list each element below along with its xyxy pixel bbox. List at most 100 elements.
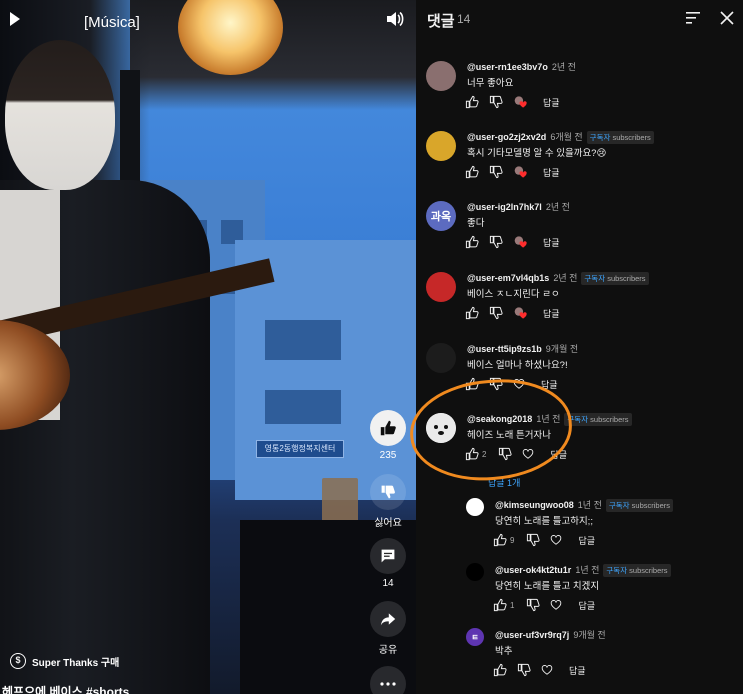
- comment-author[interactable]: @user-ok4kt2tu1r 1년 전 구독자 subscribers: [495, 563, 671, 577]
- avatar[interactable]: ㅌ: [466, 628, 484, 646]
- comment-author[interactable]: @user-rn1ee3bv7o 2년 전: [467, 60, 576, 73]
- comment-author[interactable]: @user-tt5ip9zs1b 9개월 전: [467, 342, 578, 355]
- comment-author[interactable]: @user-uf3vr9rq7j 9개월 전: [495, 628, 606, 641]
- reply-button[interactable]: 답글: [543, 96, 560, 109]
- creator-heart-icon: [513, 306, 529, 320]
- reply-button[interactable]: 답글: [543, 166, 560, 179]
- author-name[interactable]: @user-em7vl4qb1s: [467, 273, 549, 283]
- thumbs-up-icon[interactable]: [465, 235, 479, 249]
- comment-time: 9개월 전: [573, 630, 606, 640]
- like-button[interactable]: 235: [368, 410, 408, 461]
- avatar[interactable]: [466, 563, 484, 581]
- dislike-button[interactable]: 싫어요: [368, 474, 408, 529]
- video-scene-person: [0, 40, 275, 694]
- reply-button[interactable]: 답글: [578, 599, 595, 612]
- avatar[interactable]: 과옥: [426, 201, 456, 231]
- author-name[interactable]: @user-ok4kt2tu1r: [495, 565, 571, 575]
- heart-icon[interactable]: [550, 533, 564, 547]
- sort-icon[interactable]: [686, 12, 700, 24]
- super-thanks-dollar-icon: $: [10, 653, 26, 669]
- comment-time: 9개월 전: [545, 344, 579, 354]
- subscriber-badge-ko: 구독자: [606, 566, 628, 575]
- comments-count: 14: [457, 12, 471, 26]
- thumbs-up-icon[interactable]: [465, 377, 479, 391]
- heart-icon[interactable]: [522, 447, 536, 461]
- author-name[interactable]: @user-uf3vr9rq7j: [495, 630, 569, 640]
- subscriber-badge-ko: 구독자: [608, 501, 630, 510]
- more-horizontal-icon: [370, 666, 406, 694]
- comment-time: 1년 전: [575, 565, 600, 575]
- author-name[interactable]: @user-rn1ee3bv7o: [467, 62, 548, 72]
- like-count: 235: [379, 450, 397, 461]
- reply-button[interactable]: 답글: [543, 236, 560, 249]
- volume-icon[interactable]: [386, 11, 404, 27]
- heart-icon[interactable]: [550, 598, 564, 612]
- heart-icon[interactable]: [541, 663, 555, 677]
- reply-button[interactable]: 답글: [543, 307, 560, 320]
- comment-author[interactable]: @user-ig2ln7hk7l 2년 전: [467, 200, 570, 213]
- author-name[interactable]: @kimseungwoo08: [495, 500, 574, 510]
- comment-actions: 답글: [465, 376, 558, 392]
- thumbs-up-icon[interactable]: [465, 95, 479, 109]
- thumbs-down-icon[interactable]: [489, 306, 503, 320]
- thumbs-down-icon[interactable]: [498, 447, 513, 461]
- author-name[interactable]: @seakong2018: [467, 414, 532, 424]
- heart-icon[interactable]: [513, 377, 527, 391]
- comment-text: 베이스 얼마나 하셨나요?!: [467, 360, 568, 371]
- close-icon[interactable]: [719, 10, 735, 26]
- subscriber-badge-en: subscribers: [588, 415, 629, 424]
- thumbs-up-icon[interactable]: [465, 165, 479, 179]
- more-actions-button[interactable]: [368, 666, 408, 694]
- comment-actions: 9 답글: [493, 532, 595, 548]
- author-name[interactable]: @user-go2zj2xv2d: [467, 132, 546, 142]
- comment-author[interactable]: @seakong2018 1년 전 구독자 subscribers: [467, 412, 632, 426]
- comments-title: 댓글: [427, 13, 455, 30]
- avatar[interactable]: [426, 413, 456, 443]
- reply-button[interactable]: 답글: [569, 664, 586, 677]
- thumbs-up-icon[interactable]: [493, 663, 507, 677]
- thumbs-down-icon[interactable]: [526, 533, 541, 547]
- subscriber-badge-ko: 구독자: [589, 133, 611, 142]
- thumbs-down-icon[interactable]: [517, 663, 531, 677]
- comment-time: 6개월 전: [550, 132, 583, 142]
- dislike-label: 싫어요: [374, 518, 402, 529]
- comments-button[interactable]: 14: [368, 538, 408, 589]
- thumbs-up-icon[interactable]: [493, 533, 507, 547]
- avatar[interactable]: [466, 498, 484, 516]
- author-name[interactable]: @user-tt5ip9zs1b: [467, 344, 542, 354]
- thumbs-down-icon[interactable]: [489, 235, 503, 249]
- thumbs-up-icon[interactable]: [465, 447, 479, 461]
- thumbs-down-icon[interactable]: [489, 165, 503, 179]
- super-thanks-button[interactable]: $ Super Thanks 구매: [10, 653, 119, 669]
- comment-author[interactable]: @user-go2zj2xv2d 6개월 전 구독자 subscribers: [467, 130, 654, 144]
- avatar[interactable]: [426, 272, 456, 302]
- thumbs-down-icon[interactable]: [489, 377, 503, 391]
- reply-button[interactable]: 답글: [541, 378, 558, 391]
- thumbs-down-icon[interactable]: [489, 95, 503, 109]
- comment-count: 14: [382, 578, 394, 589]
- thumbs-up-icon[interactable]: [465, 306, 479, 320]
- video-player[interactable]: 영통2동행정복지센터 [Música] 235 싫어요 14 공유 $ Supe…: [0, 0, 416, 694]
- play-icon[interactable]: [10, 12, 20, 26]
- reply-button[interactable]: 답글: [578, 534, 595, 547]
- comment-icon: [370, 538, 406, 574]
- replies-toggle-button[interactable]: 답글 1개: [488, 476, 520, 489]
- thumbs-up-icon[interactable]: [493, 598, 507, 612]
- share-label: 공유: [378, 645, 398, 656]
- video-scene-sign: 영통2동행정복지센터: [256, 440, 344, 458]
- share-button[interactable]: 공유: [368, 601, 408, 656]
- comment-author[interactable]: @kimseungwoo08 1년 전 구독자 subscribers: [495, 498, 674, 512]
- avatar[interactable]: [426, 131, 456, 161]
- avatar[interactable]: [426, 343, 456, 373]
- thumbs-down-icon: [370, 474, 406, 510]
- subscriber-badge: 구독자 subscribers: [605, 499, 674, 512]
- avatar[interactable]: [426, 61, 456, 91]
- comment-actions: 답글: [465, 234, 560, 250]
- subscriber-badge: 구독자 subscribers: [564, 413, 632, 426]
- thumbs-down-icon[interactable]: [526, 598, 541, 612]
- reply-button[interactable]: 답글: [550, 448, 567, 461]
- comment-author[interactable]: @user-em7vl4qb1s 2년 전 구독자 subscribers: [467, 271, 649, 285]
- author-name[interactable]: @user-ig2ln7hk7l: [467, 202, 542, 212]
- comment-text: 좋다: [467, 218, 485, 229]
- comment-text: 너무 좋아요: [467, 78, 514, 89]
